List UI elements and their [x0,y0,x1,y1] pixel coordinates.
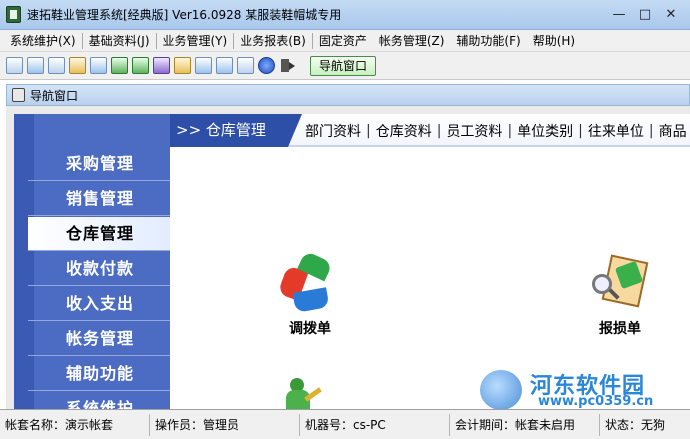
panel-title: >> 仓库管理 [170,114,302,147]
title-bar: 速拓鞋业管理系统[经典版] Ver16.0928 某服装鞋帽城专用 — □ ✕ [0,0,690,30]
menu-basic-data[interactable]: 基础资料(J) [83,31,156,51]
link-products[interactable]: 商品 [654,121,690,141]
copy-icon[interactable] [48,57,65,74]
menu-accounts[interactable]: 帐务管理(Z) [373,31,451,51]
nav-item-auxiliary[interactable]: 辅助功能 [28,357,170,391]
close-button[interactable]: ✕ [660,5,682,23]
nav-item-sales[interactable]: 销售管理 [28,182,170,216]
watermark-url: www.pc0359.cn [538,394,654,409]
menu-reports[interactable]: 业务报表(B) [234,31,312,51]
nav-item-purchase[interactable]: 采购管理 [28,147,170,181]
inventory-user-icon[interactable] [282,378,322,410]
navigation-window-body: 采购管理 销售管理 仓库管理 收款付款 收入支出 帐务管理 辅助功能 系统维护 … [6,106,690,410]
status-machine: 机器号：cs-PC [300,413,450,436]
monitor-icon[interactable] [195,57,212,74]
link-employees[interactable]: 员工资料 [441,121,507,141]
window-icon [12,88,25,102]
maximize-button[interactable]: □ [634,5,656,23]
menu-bar: 系统维护(X) 基础资料(J) 业务管理(Y) 业务报表(B) 固定资产 帐务管… [0,30,690,52]
status-operator: 操作员：管理员 [150,413,300,436]
nav-item-warehouse[interactable]: 仓库管理 [28,217,170,251]
link-partners[interactable]: 往来单位 [583,121,649,141]
status-account: 帐套名称：演示帐套 [0,413,150,436]
left-navigation: 采购管理 销售管理 仓库管理 收款付款 收入支出 帐务管理 辅助功能 系统维护 [14,114,170,409]
edit-icon[interactable] [90,57,107,74]
watermark: 河东软件园 www.pc0359.cn [480,368,690,412]
report-loss-icon [590,254,650,314]
panel-header: >> 仓库管理 部门资料 | 仓库资料 | 员工资料 | 单位类别 | 往来单位… [170,114,690,147]
recycle-icon [277,250,340,314]
window-title: 速拓鞋业管理系统[经典版] Ver16.0928 某服装鞋帽城专用 [27,8,342,22]
left-navigation-header [14,114,170,147]
grid-icon[interactable] [6,57,23,74]
status-state: 状态：无狗 [605,417,666,432]
menu-business[interactable]: 业务管理(Y) [157,31,234,51]
link-departments[interactable]: 部门资料 [300,121,366,141]
status-period: 会计期间：帐套未启用 [450,413,600,436]
menu-help[interactable]: 帮助(H) [527,31,581,51]
tools-icon[interactable] [111,57,128,74]
navigation-window-button[interactable]: 导航窗口 [310,55,377,76]
menu-system[interactable]: 系统维护(X) [4,31,82,51]
report-loss-label: 报损单 [599,321,641,337]
transfer-order-button[interactable]: 调拨单 [270,250,350,338]
transfer-icon[interactable] [153,57,170,74]
transfer-order-label: 调拨单 [289,321,331,337]
menu-auxiliary[interactable]: 辅助功能(F) [450,31,526,51]
window-controls: — □ ✕ [608,5,682,23]
save-icon[interactable] [216,57,233,74]
toolbar: 导航窗口 [0,52,690,80]
report-loss-button[interactable]: 报损单 [580,254,660,338]
link-unit-categories[interactable]: 单位类别 [512,121,578,141]
exit-icon[interactable] [279,57,296,74]
nav-item-income-expense[interactable]: 收入支出 [28,287,170,321]
watermark-logo-icon [480,370,522,410]
link-warehouses[interactable]: 仓库资料 [371,121,437,141]
search-icon[interactable] [69,57,86,74]
nav-item-accounts[interactable]: 帐务管理 [28,322,170,356]
print-icon[interactable] [237,57,254,74]
minimize-button[interactable]: — [608,5,630,23]
navigation-window-titlebar: 导航窗口 [6,84,690,106]
app-icon [6,6,21,23]
nav-item-system[interactable]: 系统维护 [28,392,170,409]
nav-item-payments[interactable]: 收款付款 [28,252,170,286]
status-bar: 帐套名称：演示帐套 操作员：管理员 机器号：cs-PC 会计期间：帐套未启用 状… [0,409,690,439]
menu-fixed-assets[interactable]: 固定资产 [313,31,373,51]
navigation-window-title: 导航窗口 [30,88,79,103]
users-icon[interactable] [132,57,149,74]
function-panel: >> 仓库管理 部门资料 | 仓库资料 | 员工资料 | 单位类别 | 往来单位… [170,114,690,410]
help-icon[interactable] [258,57,275,74]
form-icon[interactable] [27,57,44,74]
quick-links: 部门资料 | 仓库资料 | 员工资料 | 单位类别 | 往来单位 | 商品 [300,114,690,147]
document-icon[interactable] [174,57,191,74]
